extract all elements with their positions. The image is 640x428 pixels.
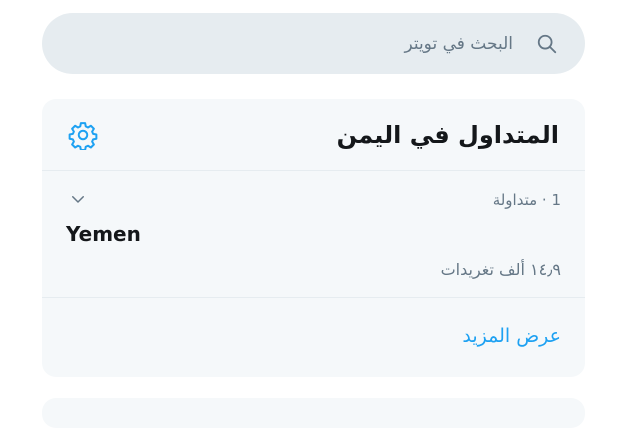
trend-name: Yemen bbox=[66, 222, 141, 246]
trend-item[interactable]: 1 · متداولة Yemen ١٤٫٩ ألف تغريدات bbox=[42, 171, 585, 298]
next-panel bbox=[42, 398, 585, 428]
chevron-down-icon[interactable] bbox=[66, 187, 90, 211]
search-box[interactable]: البحث في تويتر bbox=[42, 13, 585, 74]
show-more-link[interactable]: عرض المزيد bbox=[462, 325, 561, 347]
search-input[interactable]: البحث في تويتر bbox=[404, 34, 513, 54]
trends-panel: المتداول في اليمن 1 · متداولة Yemen ١٤٫٩… bbox=[42, 99, 585, 377]
gear-icon[interactable] bbox=[67, 119, 99, 151]
trends-title: المتداول في اليمن bbox=[336, 120, 559, 149]
trend-rank-label: 1 · متداولة bbox=[492, 191, 561, 209]
trends-header: المتداول في اليمن bbox=[42, 99, 585, 171]
search-icon bbox=[535, 32, 559, 56]
trend-tweet-count: ١٤٫٩ ألف تغريدات bbox=[440, 260, 561, 279]
